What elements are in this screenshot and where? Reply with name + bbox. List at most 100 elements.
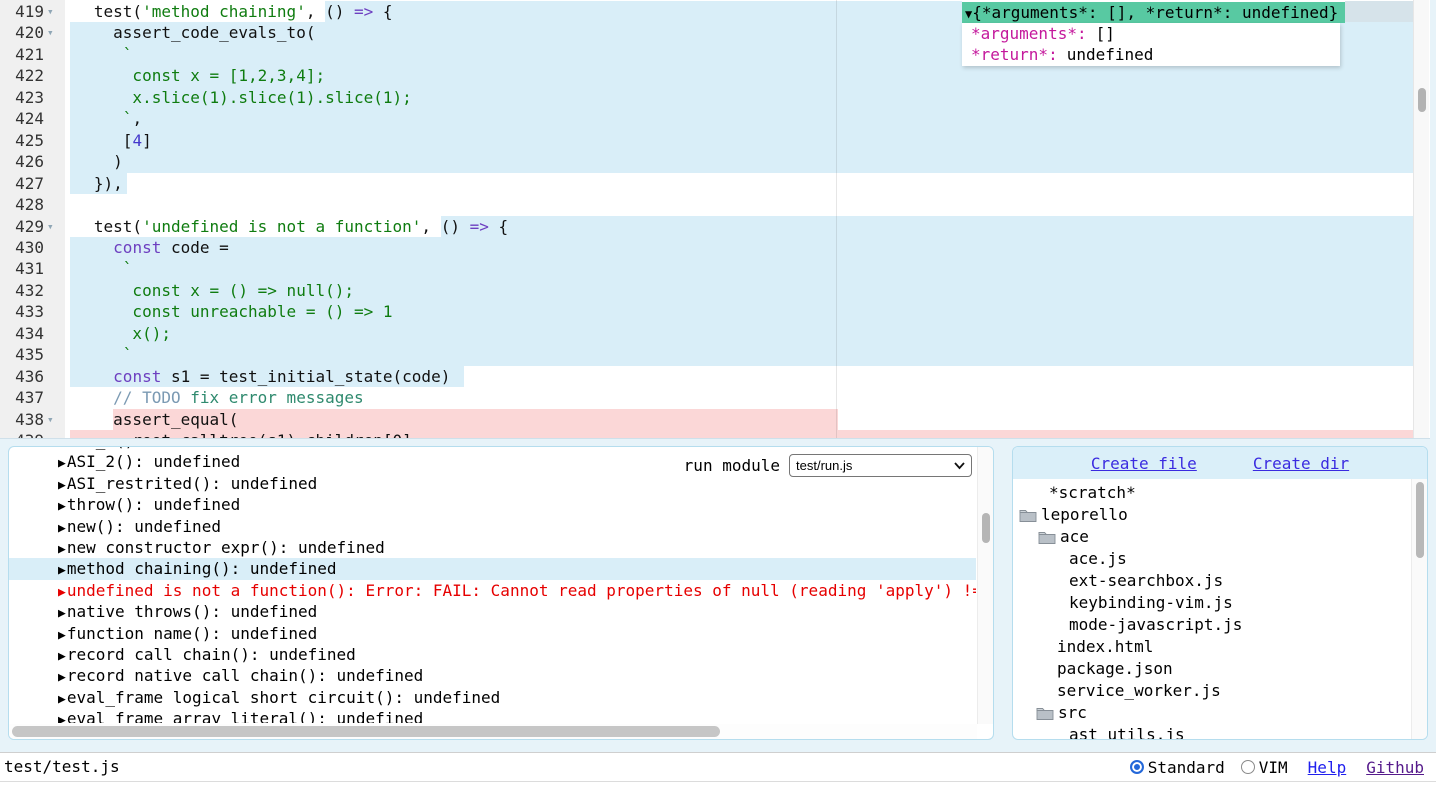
test-results-list[interactable]: ▶ASI_1(): undefined▶ASI_2(): undefined▶A… — [9, 447, 976, 723]
code-line[interactable]: [4] — [65, 130, 152, 151]
gutter-line-number[interactable]: 419 — [0, 1, 44, 22]
file-tree-file[interactable]: ext-searchbox.js — [1069, 570, 1223, 592]
expand-icon[interactable]: ▶ — [58, 606, 66, 621]
file-tree-directory[interactable]: leporello — [1019, 504, 1128, 526]
editor-scrollbar[interactable] — [1413, 0, 1429, 439]
gutter-line-number[interactable]: 434 — [0, 323, 44, 344]
test-result-row[interactable]: ▶record native call chain(): undefined — [9, 665, 976, 686]
gutter-line-number[interactable]: 425 — [0, 130, 44, 151]
expand-icon[interactable]: ▶ — [58, 670, 66, 685]
github-link[interactable]: Github — [1366, 758, 1424, 777]
fold-arrow-icon[interactable]: ▾ — [47, 22, 54, 43]
gutter-line-number[interactable]: 437 — [0, 387, 44, 408]
test-result-row[interactable]: ▶native throws(): undefined — [9, 601, 976, 622]
gutter-line-number[interactable]: 430 — [0, 237, 44, 258]
gutter-line-number[interactable]: 423 — [0, 87, 44, 108]
file-tree-file[interactable]: package.json — [1057, 658, 1173, 680]
code-line[interactable]: ) — [65, 151, 123, 172]
code-line[interactable]: ` — [65, 258, 132, 279]
gutter-line-number[interactable]: 429 — [0, 216, 44, 237]
fold-arrow-icon[interactable]: ▾ — [47, 1, 54, 22]
code-line[interactable]: const x = () => null(); — [65, 280, 354, 301]
gutter-line-number[interactable]: 438 — [0, 409, 44, 430]
file-tree-file[interactable]: service_worker.js — [1057, 680, 1221, 702]
results-horizontal-scrollbar-thumb[interactable] — [12, 726, 720, 737]
code-line[interactable]: x(); — [65, 323, 171, 344]
gutter-line-number[interactable]: 436 — [0, 366, 44, 387]
gutter-line-number[interactable]: 433 — [0, 301, 44, 322]
gutter-line-number[interactable]: 422 — [0, 65, 44, 86]
test-result-row[interactable]: ▶eval_frame array_literal(): undefined — [9, 708, 976, 723]
expand-icon[interactable]: ▶ — [58, 649, 66, 664]
create-dir-link[interactable]: Create dir — [1253, 454, 1349, 473]
gutter-line-number[interactable]: 427 — [0, 173, 44, 194]
test-result-row[interactable]: ▶new constructor expr(): undefined — [9, 537, 976, 558]
code-line[interactable]: test('method chaining', () => { — [65, 1, 393, 22]
expand-icon[interactable]: ▶ — [58, 563, 66, 578]
test-result-row[interactable]: ▶eval_frame logical short circuit(): und… — [9, 687, 976, 708]
files-scrollbar-thumb[interactable] — [1416, 482, 1424, 558]
code-line[interactable]: test('undefined is not a function', () =… — [65, 216, 508, 237]
gutter-line-number[interactable]: 439 — [0, 430, 44, 439]
file-tree-file[interactable]: *scratch* — [1049, 482, 1136, 504]
editor-scrollbar-thumb[interactable] — [1418, 88, 1426, 112]
results-horizontal-scrollbar[interactable] — [9, 724, 977, 739]
gutter-line-number[interactable]: 424 — [0, 108, 44, 129]
results-vertical-scrollbar[interactable] — [977, 447, 993, 724]
file-tree-file[interactable]: ace.js — [1069, 548, 1127, 570]
help-link[interactable]: Help — [1308, 758, 1347, 777]
gutter-line-number[interactable]: 432 — [0, 280, 44, 301]
keybinding-standard-radio[interactable] — [1130, 760, 1144, 774]
file-tree-directory[interactable]: src — [1036, 702, 1087, 724]
code-line[interactable]: assert_equal( — [65, 409, 238, 430]
gutter-line-number[interactable]: 435 — [0, 344, 44, 365]
file-tree-file[interactable]: ast_utils.js — [1069, 724, 1185, 739]
fold-arrow-icon[interactable]: ▾ — [47, 409, 54, 430]
expand-icon[interactable]: ▶ — [58, 521, 66, 536]
file-tree-file[interactable]: index.html — [1057, 636, 1153, 658]
file-tree[interactable]: *scratch*leporelloaceace.jsext-searchbox… — [1013, 479, 1411, 739]
code-line[interactable]: assert_code_evals_to( — [65, 22, 315, 43]
code-line[interactable]: }), — [65, 173, 123, 194]
test-result-row[interactable]: ▶undefined is not a function(): Error: F… — [9, 580, 976, 601]
expand-icon[interactable]: ▶ — [58, 456, 66, 471]
code-line[interactable]: ` — [65, 344, 132, 365]
test-result-row[interactable]: ▶function name(): undefined — [9, 623, 976, 644]
gutter-line-number[interactable]: 426 — [0, 151, 44, 172]
expand-icon[interactable]: ▶ — [58, 585, 66, 600]
results-vertical-scrollbar-thumb[interactable] — [982, 513, 990, 543]
test-result-row[interactable]: ▶new(): undefined — [9, 516, 976, 537]
test-result-row[interactable]: ▶method chaining(): undefined — [9, 558, 976, 579]
file-tree-directory[interactable]: ace — [1038, 526, 1089, 548]
code-line[interactable]: const code = — [65, 237, 229, 258]
gutter-line-number[interactable]: 431 — [0, 258, 44, 279]
code-line[interactable]: const unreachable = () => 1 — [65, 301, 393, 322]
expand-icon[interactable]: ▶ — [58, 499, 66, 514]
tooltip-header[interactable]: ▼{*arguments*: [], *return*: undefined} — [962, 2, 1345, 23]
expand-icon[interactable]: ▶ — [58, 628, 66, 643]
expand-icon[interactable]: ▶ — [58, 447, 66, 450]
keybinding-vim-radio[interactable] — [1241, 760, 1255, 774]
files-scrollbar[interactable] — [1411, 479, 1427, 739]
test-result-row[interactable]: ▶record call chain(): undefined — [9, 644, 976, 665]
code-line[interactable]: const x = [1,2,3,4]; — [65, 65, 325, 86]
code-line[interactable]: // TODO fix error messages — [65, 387, 364, 408]
test-result-row[interactable]: ▶throw(): undefined — [9, 494, 976, 515]
create-file-link[interactable]: Create file — [1091, 454, 1197, 473]
gutter-line-number[interactable]: 421 — [0, 44, 44, 65]
expand-icon[interactable]: ▶ — [58, 692, 66, 707]
keybinding-vim-label[interactable]: VIM — [1259, 758, 1288, 777]
code-editor[interactable]: 419▾420▾421422423424425426427428429▾4304… — [0, 0, 1430, 439]
expand-icon[interactable]: ▶ — [58, 713, 66, 723]
code-line[interactable]: root_calltree(s1).children[0], — [65, 430, 421, 439]
expand-icon[interactable]: ▶ — [58, 478, 66, 493]
gutter-line-number[interactable]: 420 — [0, 22, 44, 43]
file-tree-file[interactable]: keybinding-vim.js — [1069, 592, 1233, 614]
run-module-select[interactable]: test/run.js — [789, 454, 972, 477]
expand-icon[interactable]: ▶ — [58, 542, 66, 557]
code-line[interactable]: ` — [65, 44, 132, 65]
keybinding-standard-label[interactable]: Standard — [1148, 758, 1225, 777]
fold-arrow-icon[interactable]: ▾ — [47, 216, 54, 237]
code-line[interactable]: const s1 = test_initial_state(code) — [65, 366, 450, 387]
file-tree-file[interactable]: mode-javascript.js — [1069, 614, 1242, 636]
